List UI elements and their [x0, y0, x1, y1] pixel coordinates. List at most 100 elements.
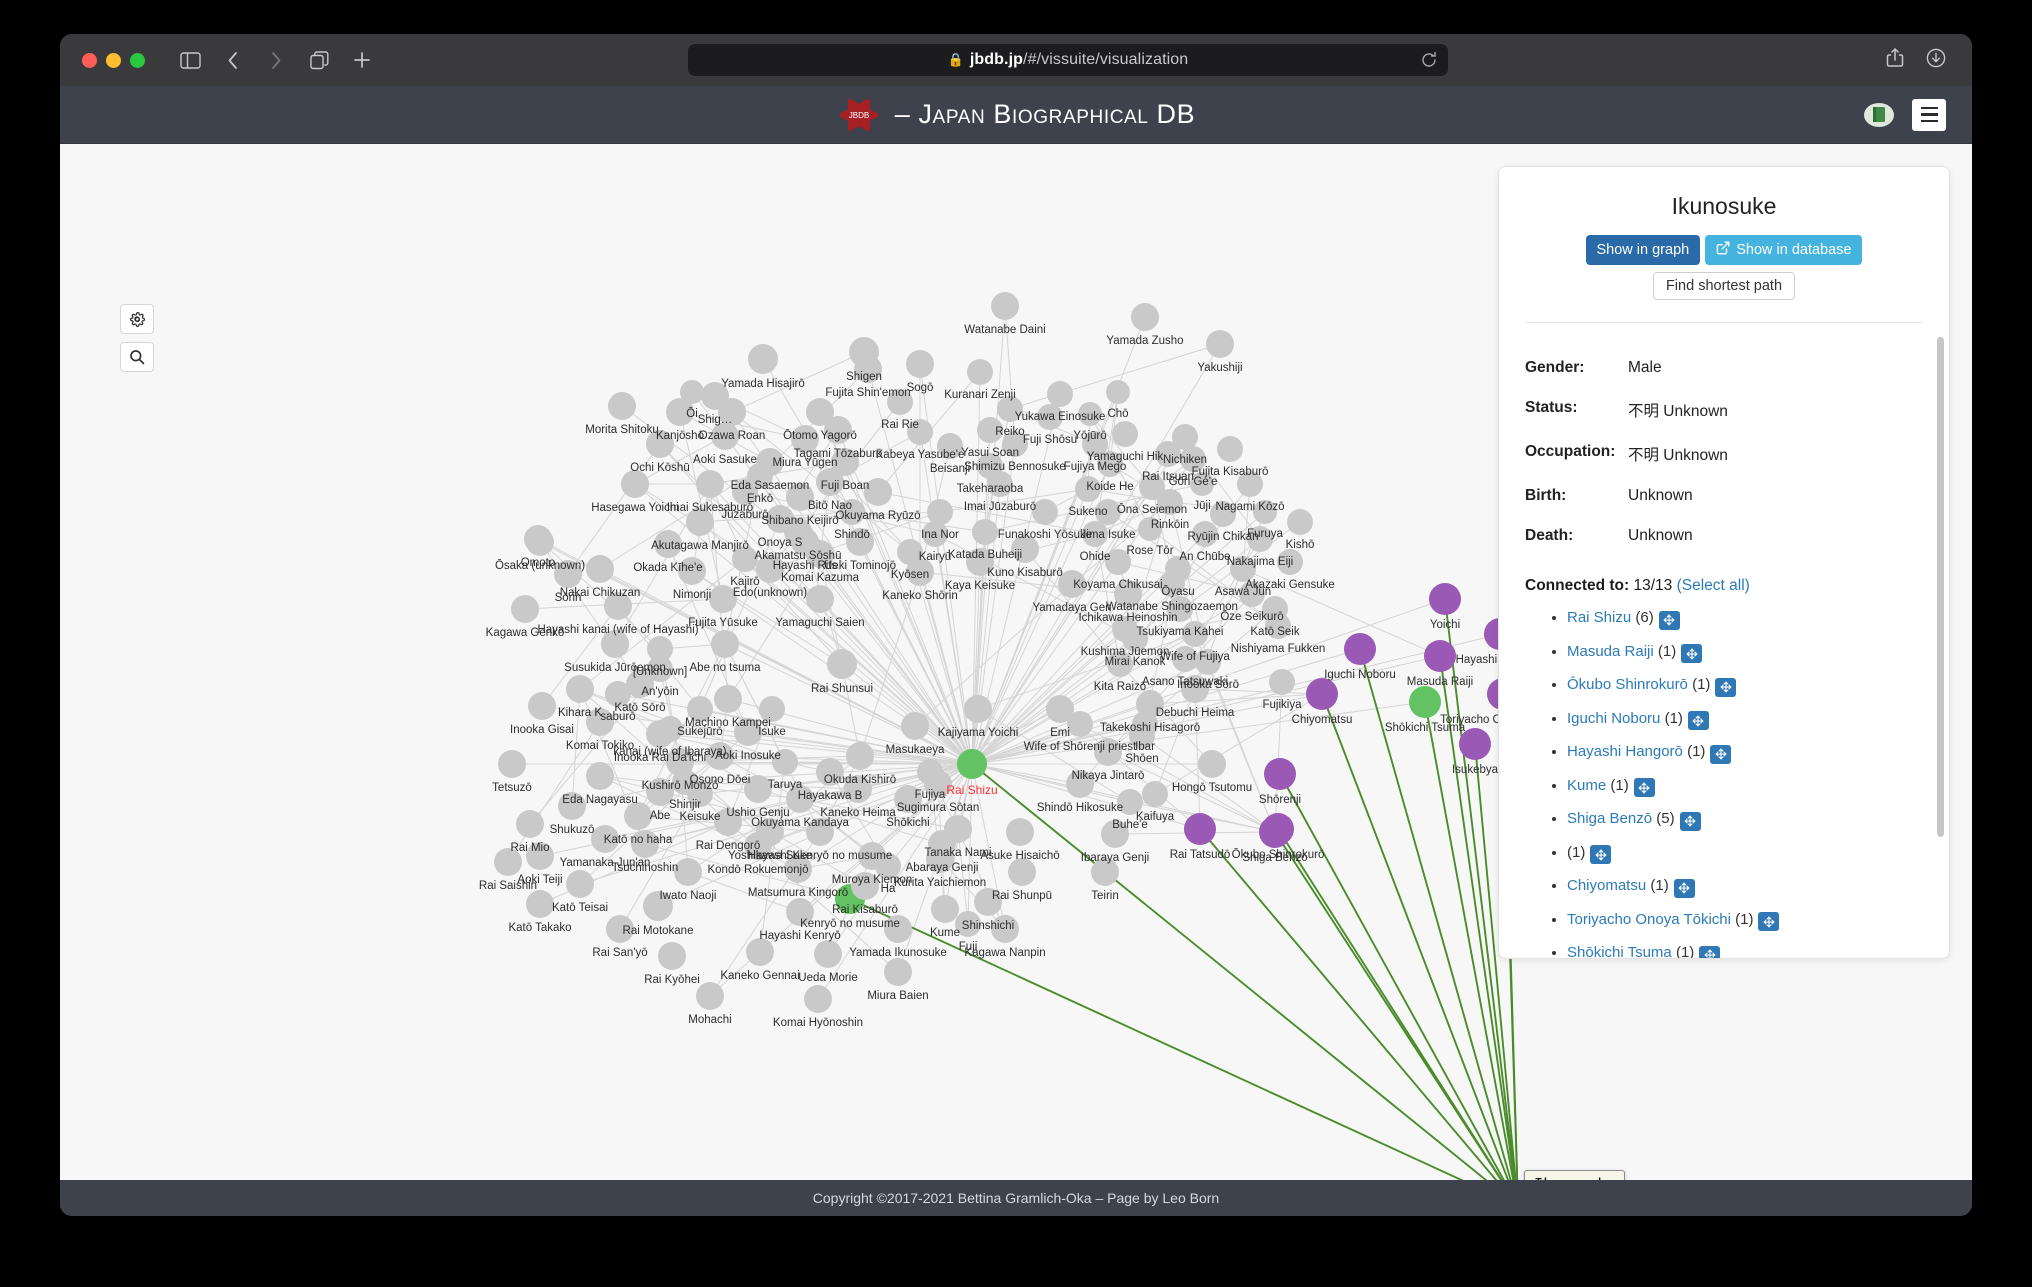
graph-node[interactable] [974, 888, 1002, 916]
brand[interactable]: JBDB – Japan Biographical DB [837, 93, 1196, 137]
graph-node[interactable] [1006, 818, 1034, 846]
move-arrows-icon[interactable] [1687, 711, 1709, 730]
graph-node[interactable] [526, 842, 554, 870]
move-arrows-icon[interactable] [1633, 778, 1655, 797]
graph-node[interactable] [1107, 651, 1133, 677]
graph-node[interactable] [696, 982, 724, 1010]
graph-node[interactable] [1180, 446, 1206, 472]
graph-node[interactable] [901, 712, 929, 740]
graph-node[interactable] [1167, 596, 1193, 622]
graph-node[interactable] [827, 649, 857, 679]
graph-node[interactable] [816, 758, 844, 786]
downloads-icon[interactable] [1926, 48, 1946, 73]
graph-node[interactable] [511, 595, 539, 623]
graph-node[interactable] [654, 530, 682, 558]
graph-node[interactable] [791, 425, 819, 453]
show-in-database-button[interactable]: Show in database [1705, 235, 1863, 265]
graph-node[interactable] [772, 749, 798, 775]
graph-node[interactable] [926, 845, 954, 873]
graph-node[interactable] [1182, 621, 1208, 647]
graph-node[interactable] [1157, 489, 1183, 515]
graph-node[interactable] [851, 872, 879, 900]
graph-node[interactable] [624, 802, 652, 830]
graph-node[interactable] [746, 938, 774, 966]
graph-node[interactable] [1195, 649, 1221, 675]
graph-node[interactable] [566, 675, 594, 703]
search-icon[interactable] [120, 342, 154, 372]
graph-node[interactable] [1277, 549, 1303, 575]
sidebar-icon[interactable] [173, 45, 207, 75]
graph-node[interactable] [1192, 521, 1218, 547]
graph-node[interactable] [734, 718, 762, 746]
graph-node[interactable] [748, 344, 778, 374]
graph-node[interactable] [686, 508, 714, 536]
graph-node[interactable] [1172, 646, 1198, 672]
graph-node[interactable] [558, 792, 586, 820]
graph-node[interactable] [1159, 571, 1185, 597]
connection-link[interactable]: Iguchi Noboru [1567, 710, 1660, 727]
move-arrows-icon[interactable] [1710, 744, 1732, 764]
graph-node[interactable] [924, 770, 952, 798]
graph-node[interactable] [759, 696, 785, 722]
graph-node[interactable] [1047, 381, 1073, 407]
graph-node[interactable] [1106, 380, 1130, 404]
graph-node[interactable] [714, 685, 742, 713]
show-in-graph-button[interactable]: Show in graph [1585, 235, 1701, 265]
graph-node[interactable] [1409, 686, 1441, 718]
graph-node[interactable] [786, 785, 814, 813]
graph-node[interactable] [955, 911, 981, 937]
graph-node[interactable] [1105, 549, 1131, 575]
graph-node[interactable] [1094, 738, 1122, 766]
graph-node[interactable] [967, 359, 993, 385]
connection-link[interactable]: Ōkubo Shinrokurō [1567, 676, 1688, 693]
graph-node[interactable] [1344, 633, 1376, 665]
graph-node[interactable] [687, 781, 713, 807]
graph-node[interactable] [806, 818, 834, 846]
graph-node[interactable] [922, 521, 948, 547]
graph-node[interactable] [1067, 711, 1093, 737]
graph-node[interactable] [1131, 303, 1159, 331]
graph-node[interactable] [1091, 858, 1119, 886]
graph-node[interactable] [631, 830, 659, 858]
graph-node[interactable] [1155, 441, 1181, 467]
move-arrows-icon[interactable] [1673, 878, 1695, 898]
graph-node[interactable] [528, 692, 556, 720]
panel-scroll-area[interactable]: Gender: Male Status: 不明 Unknown Occupation: 不… [1499, 335, 1949, 958]
book-icon[interactable] [1864, 102, 1894, 127]
graph-node[interactable] [494, 848, 522, 876]
graph-node[interactable] [646, 778, 674, 806]
graph-node[interactable] [906, 558, 934, 586]
graph-node[interactable] [657, 716, 683, 742]
graph-node[interactable] [1190, 472, 1214, 496]
graph-node[interactable] [1217, 436, 1243, 462]
graph-node[interactable] [1206, 330, 1234, 358]
graph-node[interactable] [906, 350, 934, 378]
graph-node[interactable] [711, 422, 739, 450]
graph-node[interactable] [1075, 476, 1101, 502]
graph-node[interactable] [1138, 517, 1162, 541]
graph-node[interactable] [516, 810, 544, 838]
move-arrows-icon[interactable] [1590, 845, 1612, 864]
graph-node[interactable] [997, 396, 1023, 422]
graph-node[interactable] [709, 585, 737, 613]
find-shortest-path-button[interactable]: Find shortest path [1652, 272, 1796, 300]
graph-node[interactable] [846, 742, 874, 770]
graph-node[interactable] [864, 478, 892, 506]
graph-node[interactable] [1008, 858, 1036, 886]
graph-node[interactable] [1429, 583, 1461, 615]
graph-node[interactable] [1112, 421, 1138, 447]
move-arrows-icon[interactable] [1658, 610, 1680, 630]
maximize-window-button[interactable] [130, 52, 145, 68]
graph-node[interactable] [646, 430, 674, 458]
graph-node[interactable] [884, 958, 912, 986]
graph-node[interactable] [604, 592, 632, 620]
graph-node[interactable] [718, 398, 746, 426]
graph-node[interactable] [887, 389, 913, 415]
graph-node[interactable] [744, 832, 772, 860]
graph-node[interactable] [1210, 501, 1236, 527]
graph-node[interactable] [1239, 581, 1265, 607]
graph-node[interactable] [1459, 728, 1491, 760]
graph-node[interactable] [1259, 816, 1291, 848]
connection-link[interactable]: Toriyacho Onoya Tōkichi [1567, 911, 1731, 928]
graph-node[interactable] [606, 915, 634, 943]
